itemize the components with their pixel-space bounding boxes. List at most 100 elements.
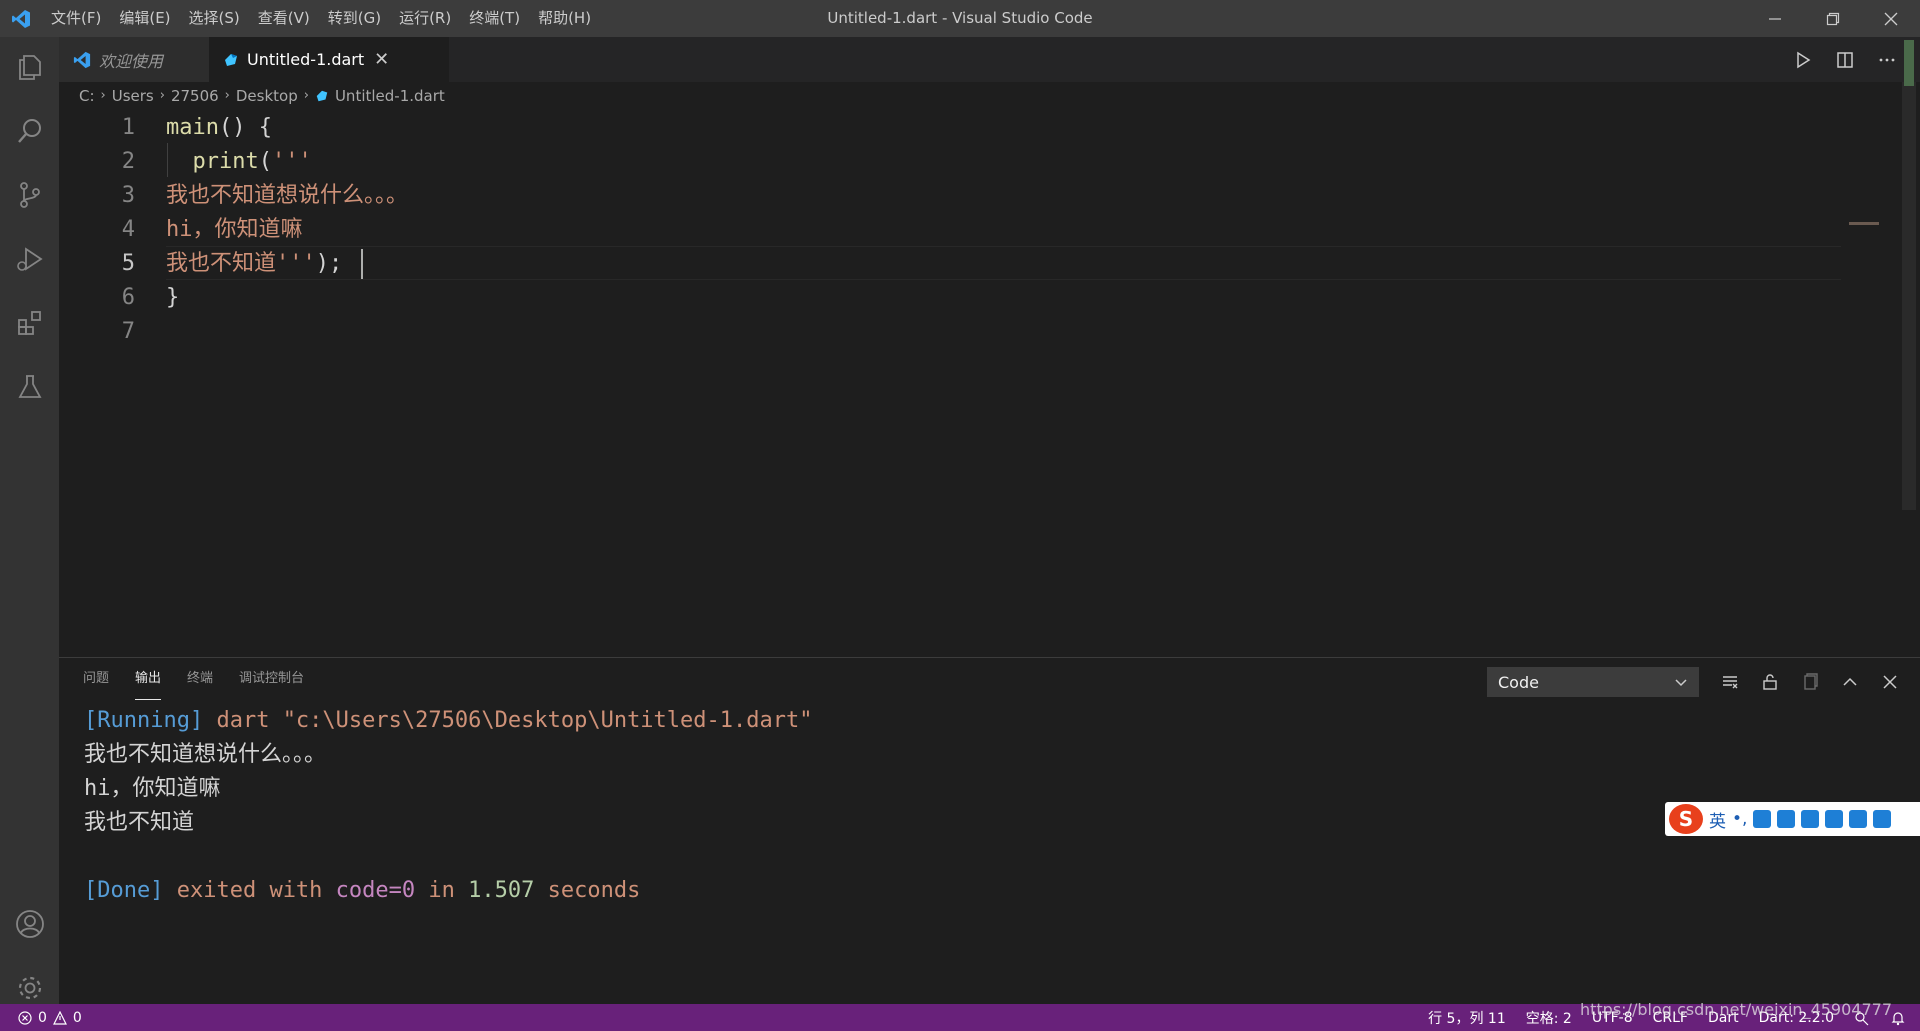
keyboard-icon[interactable] xyxy=(1801,810,1820,828)
testing-button[interactable] xyxy=(0,357,59,416)
ellipsis-icon xyxy=(1879,58,1895,61)
minimize-button[interactable] xyxy=(1746,0,1804,37)
cursor-position[interactable]: 行 5，列 11 xyxy=(1428,1008,1506,1028)
line-content: hi，你知道嘛 xyxy=(166,213,303,247)
skin-icon[interactable] xyxy=(1849,810,1868,828)
menu-view[interactable]: 查看(V) xyxy=(249,0,319,37)
menu-selection[interactable]: 选择(S) xyxy=(180,0,249,37)
emoji-icon[interactable] xyxy=(1753,810,1772,828)
menu-run[interactable]: 运行(R) xyxy=(390,0,460,37)
breadcrumb-drive[interactable]: C: xyxy=(79,87,95,105)
indentation[interactable]: 空格: 2 xyxy=(1526,1008,1572,1028)
title-bar: 文件(F) 编辑(E) 选择(S) 查看(V) 转到(G) 运行(R) 终端(T… xyxy=(0,0,1920,37)
dart-sdk-version[interactable]: Dart: 2.2.0 xyxy=(1759,1010,1834,1026)
tab-terminal[interactable]: 终端 xyxy=(187,658,213,700)
bell-icon[interactable] xyxy=(1890,1010,1906,1026)
code-line: 3 我也不知道想说什么。。。 xyxy=(59,179,1900,213)
close-panel-button[interactable] xyxy=(1877,669,1903,695)
minimize-icon xyxy=(1769,17,1781,20)
tab-label: Untitled-1.dart xyxy=(247,50,365,69)
run-file-button[interactable] xyxy=(1790,47,1816,73)
vscode-logo-icon[interactable] xyxy=(0,0,42,37)
menu-help[interactable]: 帮助(H) xyxy=(529,0,600,37)
panel-actions xyxy=(1717,667,1903,697)
output-running-line: [Running] dart "c:\Users\27506\Desktop\U… xyxy=(84,704,813,738)
search-button[interactable] xyxy=(0,101,59,160)
output-line: 我也不知道 xyxy=(84,810,195,835)
restore-button[interactable] xyxy=(1804,0,1862,37)
panel-tabs: 问题 输出 终端 调试控制台 xyxy=(83,658,304,700)
user-icon[interactable] xyxy=(1825,810,1844,828)
chevron-up-icon xyxy=(1843,677,1857,686)
maximize-panel-button[interactable] xyxy=(1837,669,1863,695)
close-tab-icon[interactable]: ✕ xyxy=(374,49,389,70)
status-bar: 0 0 行 5，列 11 空格: 2 UTF-8 CRLF Dart Dart:… xyxy=(0,1000,1920,1031)
chevron-right-icon: › xyxy=(303,88,309,103)
menu-edit[interactable]: 编辑(E) xyxy=(110,0,179,37)
language-mode[interactable]: Dart xyxy=(1708,1010,1739,1026)
tab-untitled-1-dart[interactable]: Untitled-1.dart ✕ xyxy=(209,37,449,82)
breadcrumb-users[interactable]: Users xyxy=(112,87,154,105)
breadcrumb: C: › Users › 27506 › Desktop › Untitled-… xyxy=(79,82,445,109)
microphone-icon[interactable] xyxy=(1777,810,1796,828)
editor-scrollbar[interactable] xyxy=(1902,82,1916,510)
ime-mode-toggle[interactable]: 英 xyxy=(1709,807,1726,832)
done-text: seconds xyxy=(534,878,641,903)
running-command: dart "c:\Users\27506\Desktop\Untitled-1.… xyxy=(203,708,813,733)
run-debug-icon xyxy=(16,246,43,271)
sogou-logo-icon[interactable]: S xyxy=(1669,804,1703,834)
chevron-right-icon: › xyxy=(224,88,230,103)
extensions-button[interactable] xyxy=(0,293,59,352)
accounts-button[interactable] xyxy=(0,894,59,953)
close-window-button[interactable] xyxy=(1862,0,1920,37)
breadcrumb-file[interactable]: Untitled-1.dart xyxy=(315,87,445,105)
menu-bar: 文件(F) 编辑(E) 选择(S) 查看(V) 转到(G) 运行(R) 终端(T… xyxy=(42,0,600,37)
breadcrumb-desktop[interactable]: Desktop xyxy=(236,87,298,105)
ime-punctuation-toggle[interactable]: •, xyxy=(1732,809,1747,829)
tab-problems[interactable]: 问题 xyxy=(83,658,109,700)
string-token: ''' xyxy=(271,149,312,174)
code-editor[interactable]: 1 main() { 2 print(''' 3 我也不知道想说什么。。。 4 … xyxy=(59,109,1900,657)
clear-output-button[interactable] xyxy=(1717,669,1743,695)
breadcrumb-user-folder[interactable]: 27506 xyxy=(171,87,219,105)
output-done-line: [Done] exited with code=0 in 1.507 secon… xyxy=(84,874,813,908)
plain-token: () { xyxy=(218,115,272,140)
lock-scroll-button[interactable] xyxy=(1757,669,1783,695)
editor-scrollbar-thumb[interactable] xyxy=(1904,40,1914,86)
open-log-button[interactable] xyxy=(1797,669,1823,695)
ime-toolbar[interactable]: S 英 •, xyxy=(1665,802,1920,836)
tab-welcome[interactable]: 欢迎使用 xyxy=(59,37,209,82)
code-line: 6 } xyxy=(59,281,1900,315)
more-actions-button[interactable] xyxy=(1874,47,1900,73)
encoding[interactable]: UTF-8 xyxy=(1592,1010,1633,1026)
tab-debug-console[interactable]: 调试控制台 xyxy=(239,658,304,700)
function-token: main xyxy=(166,115,219,140)
problems-status[interactable]: 0 0 xyxy=(18,1004,82,1031)
editor-actions xyxy=(1790,37,1900,82)
minimap[interactable] xyxy=(1849,222,1879,225)
run-debug-button[interactable] xyxy=(0,229,59,288)
feedback-icon[interactable] xyxy=(1854,1010,1870,1026)
menu-file[interactable]: 文件(F) xyxy=(42,0,110,37)
menu-go[interactable]: 转到(G) xyxy=(319,0,390,37)
status-bar-right: 行 5，列 11 空格: 2 UTF-8 CRLF Dart Dart: 2.2… xyxy=(1428,1004,1906,1031)
end-of-line[interactable]: CRLF xyxy=(1653,1010,1688,1026)
toolbox-icon[interactable] xyxy=(1873,810,1892,828)
code-line: 7 xyxy=(59,315,1900,349)
extensions-icon xyxy=(17,310,41,335)
source-control-button[interactable] xyxy=(0,165,59,224)
restore-icon xyxy=(1826,12,1840,25)
menu-terminal[interactable]: 终端(T) xyxy=(460,0,529,37)
tab-output[interactable]: 输出 xyxy=(135,658,162,700)
clear-all-icon xyxy=(1723,676,1738,689)
output-channel-select[interactable]: Code xyxy=(1487,667,1699,697)
code-line: 1 main() { xyxy=(59,111,1900,145)
output-text[interactable]: [Running] dart "c:\Users\27506\Desktop\U… xyxy=(84,704,813,908)
bottom-panel: 问题 输出 终端 调试控制台 Code [Running] dart "c:\U… xyxy=(59,657,1920,1005)
function-token: print xyxy=(192,149,259,174)
plain-token: ); xyxy=(315,251,343,276)
explorer-button[interactable] xyxy=(0,37,59,96)
breadcrumb-file-label: Untitled-1.dart xyxy=(334,86,445,105)
split-editor-button[interactable] xyxy=(1832,47,1858,73)
split-editor-icon xyxy=(1837,51,1853,68)
